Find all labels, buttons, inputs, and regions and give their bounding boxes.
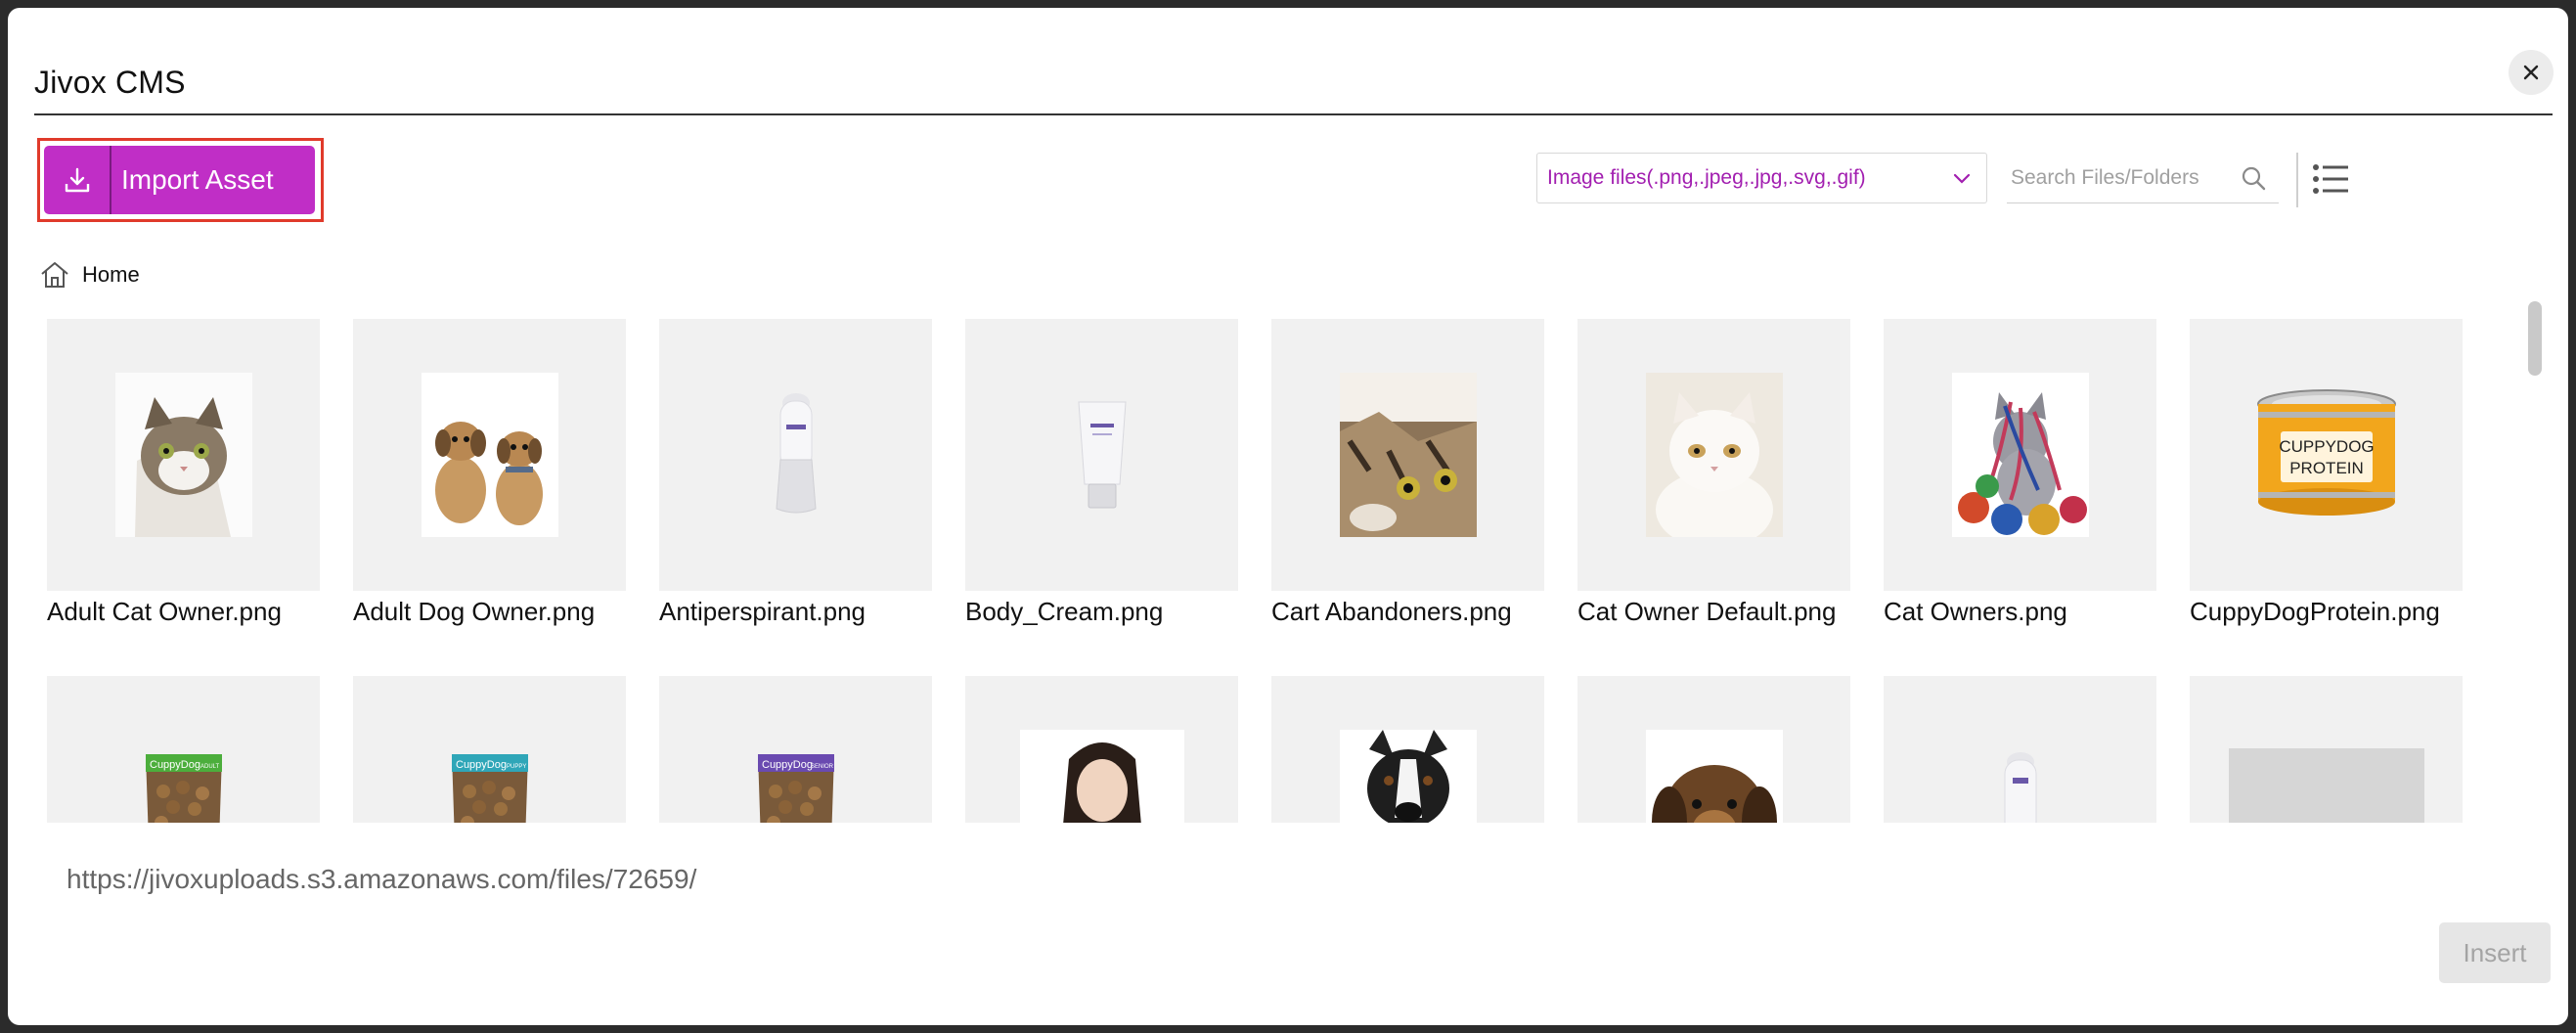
file-type-filter-value: Image files(.png,.jpeg,.jpg,.svg,.gif) xyxy=(1547,166,1866,189)
asset-tile[interactable]: Cat Owners.png xyxy=(1884,319,2156,627)
puppy-photo-icon xyxy=(1645,730,1783,823)
asset-tile[interactable]: CuppyDog PUPPY xyxy=(353,676,626,823)
asset-grid: Adult Cat Owner.png Adult Dog Owner.png … xyxy=(47,319,2521,823)
asset-tile[interactable] xyxy=(1884,676,2156,823)
insert-button[interactable]: Insert xyxy=(2439,922,2551,983)
asset-tile[interactable] xyxy=(1577,676,1850,823)
asset-tile[interactable]: Cat Owner Default.png xyxy=(1577,319,1850,627)
base-url-text: https://jivoxuploads.s3.amazonaws.com/fi… xyxy=(67,864,697,894)
asset-name: Cat Owners.png xyxy=(1884,597,2067,626)
asset-name: Body_Cream.png xyxy=(965,597,1164,626)
asset-tile[interactable] xyxy=(1271,676,1544,823)
bag-tag: ADULT xyxy=(200,764,220,770)
chevron-down-icon xyxy=(1953,173,1971,184)
title-divider xyxy=(34,113,2553,115)
bag-tag: PUPPY xyxy=(507,764,526,770)
asset-tile[interactable] xyxy=(2190,676,2463,823)
dogs-photo-icon xyxy=(421,373,558,537)
file-type-filter[interactable]: Image files(.png,.jpeg,.jpg,.svg,.gif) xyxy=(1536,153,1987,203)
cat-photo-icon xyxy=(114,373,252,537)
import-asset-button[interactable]: Import Asset xyxy=(44,146,315,214)
dog-food-can-icon: CUPPYDOG PROTEIN xyxy=(2256,389,2396,516)
dialog-title: Jivox CMS xyxy=(34,65,186,100)
asset-tile[interactable] xyxy=(965,676,1238,823)
search-icon[interactable] xyxy=(2240,164,2267,192)
asset-tile[interactable]: Adult Cat Owner.png xyxy=(47,319,320,627)
bottle-icon xyxy=(2004,752,2036,823)
list-view-button[interactable] xyxy=(2312,162,2349,201)
can-label-line1: CUPPYDOG xyxy=(2279,437,2374,456)
bag-brand: CuppyDog xyxy=(456,759,507,771)
can-label-line2: PROTEIN xyxy=(2289,459,2364,477)
asset-name: Adult Dog Owner.png xyxy=(353,597,596,626)
cms-dialog: Jivox CMS Import Asset Image files(.png,… xyxy=(8,8,2568,1025)
import-asset-label: Import Asset xyxy=(121,164,274,195)
bag-brand: CuppyDog xyxy=(762,759,813,771)
grid-scrollbar[interactable] xyxy=(2524,297,2546,823)
asset-tile[interactable]: CuppyDog ADULT xyxy=(47,676,320,823)
food-bag-purple-icon: CuppyDog SENIOR xyxy=(757,754,834,823)
asset-tile[interactable]: Adult Dog Owner.png xyxy=(353,319,626,627)
close-icon xyxy=(2523,65,2539,80)
cat-with-yarn-photo-icon xyxy=(1951,373,2089,537)
search-input[interactable] xyxy=(2007,157,2222,198)
list-view-icon xyxy=(2313,164,2348,194)
asset-name: Cart Abandoners.png xyxy=(1271,597,1512,626)
food-bag-green-icon: CuppyDog ADULT xyxy=(145,754,222,823)
white-cat-photo-icon xyxy=(1645,373,1783,537)
bag-tag: SENIOR xyxy=(811,764,834,770)
toolbar-divider xyxy=(2296,153,2298,207)
asset-tile[interactable]: Cart Abandoners.png xyxy=(1271,319,1544,627)
asset-name: Antiperspirant.png xyxy=(659,597,866,626)
dog-photo-icon xyxy=(1339,730,1477,823)
food-bag-teal-icon: CuppyDog PUPPY xyxy=(451,754,528,823)
home-icon xyxy=(41,262,68,288)
placeholder-image xyxy=(2228,748,2424,823)
bag-brand: CuppyDog xyxy=(150,759,200,771)
asset-name: Cat Owner Default.png xyxy=(1577,597,1837,626)
asset-tile[interactable]: CUPPYDOG PROTEIN CuppyDogProtein.png xyxy=(2190,319,2463,627)
tabby-cat-photo-icon xyxy=(1339,373,1477,537)
woman-photo-icon xyxy=(1019,730,1184,823)
breadcrumb-home: Home xyxy=(82,262,140,287)
asset-tile[interactable]: CuppyDog SENIOR xyxy=(659,676,932,823)
search-box xyxy=(2007,153,2279,203)
breadcrumb[interactable]: Home xyxy=(39,260,140,290)
asset-tile[interactable]: Antiperspirant.png xyxy=(659,319,932,627)
antiperspirant-bottle-icon xyxy=(775,393,817,514)
close-button[interactable] xyxy=(2509,50,2554,95)
scrollbar-thumb[interactable] xyxy=(2528,301,2542,376)
asset-tile[interactable]: Body_Cream.png xyxy=(965,319,1238,627)
asset-name: CuppyDogProtein.png xyxy=(2190,597,2440,626)
asset-name: Adult Cat Owner.png xyxy=(47,597,282,626)
download-icon xyxy=(65,167,89,193)
cream-tube-icon xyxy=(1077,401,1127,509)
